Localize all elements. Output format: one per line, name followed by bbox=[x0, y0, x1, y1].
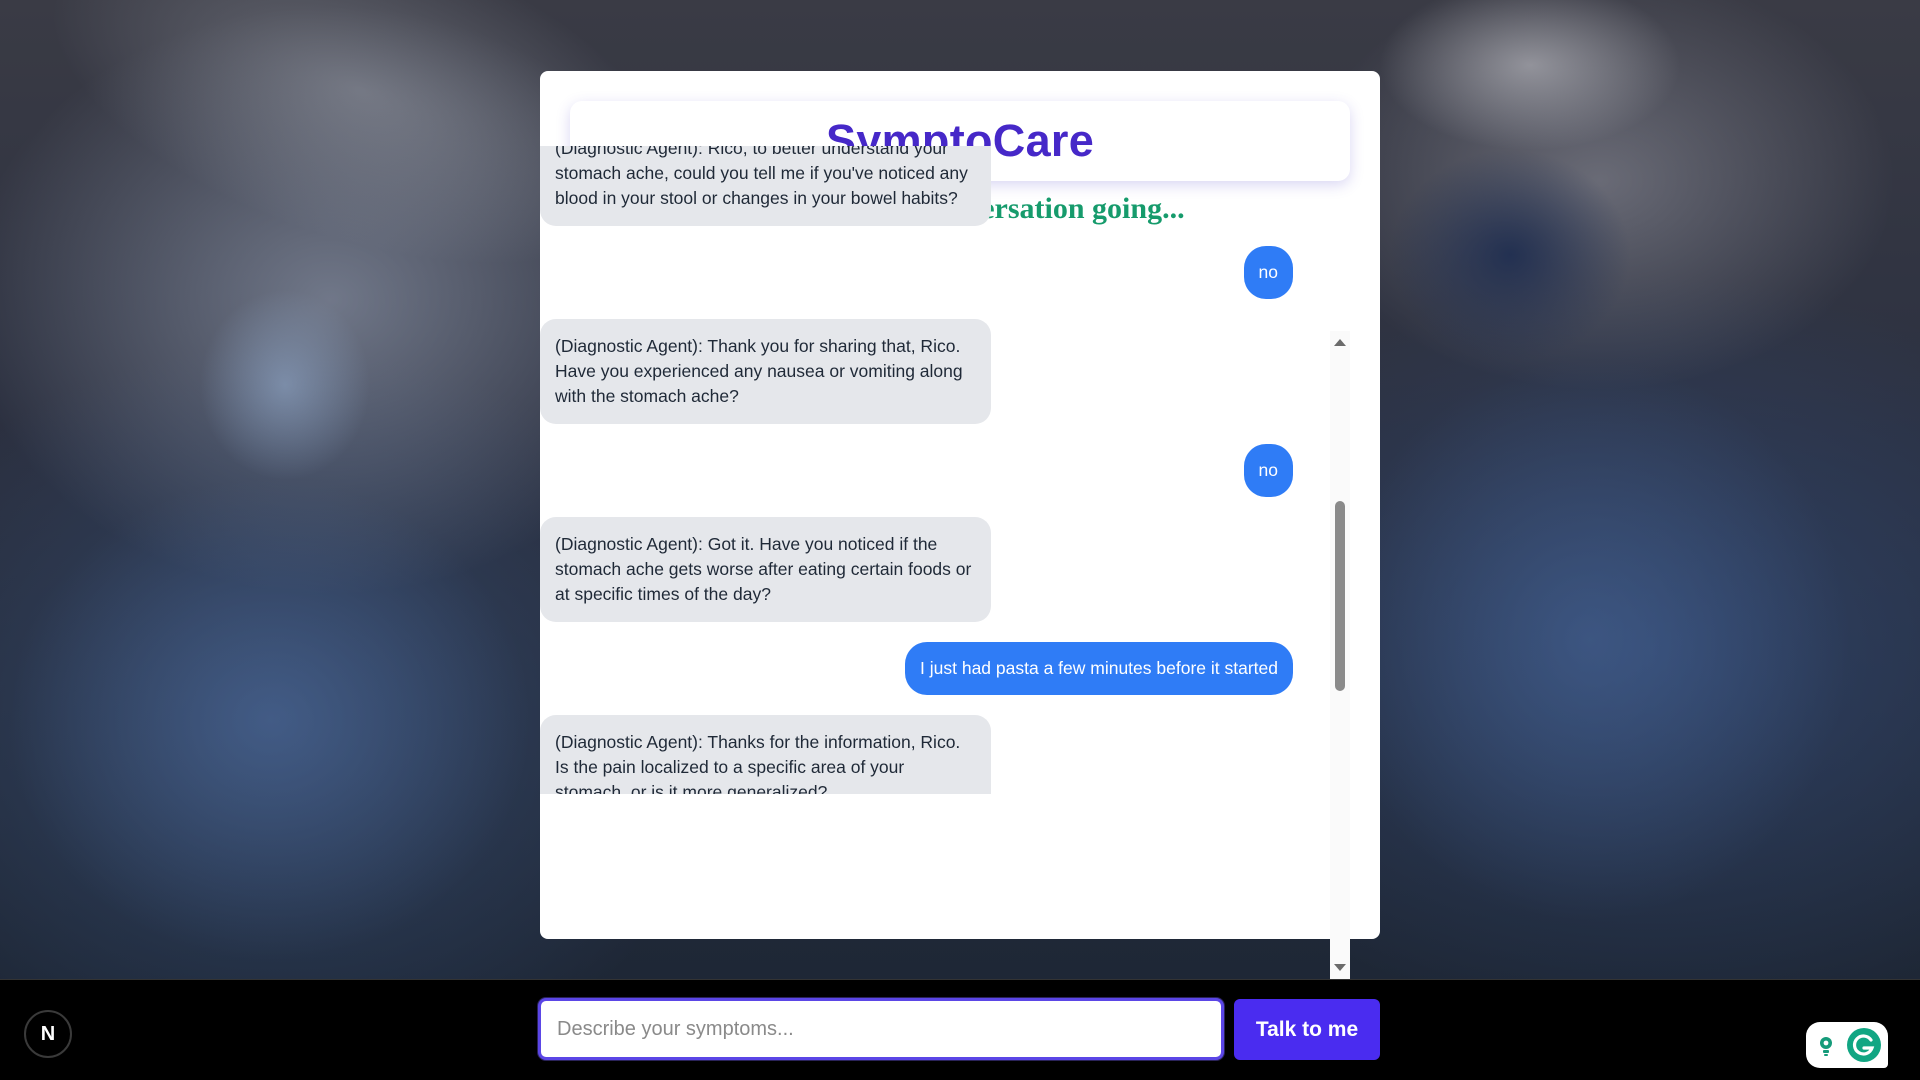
background-gown-left bbox=[10, 480, 530, 960]
scroll-up-arrow-icon[interactable] bbox=[1334, 339, 1346, 346]
agent-message-bubble: (Diagnostic Agent): Thanks for the infor… bbox=[540, 715, 991, 794]
background-surgical-lamp bbox=[1380, 0, 1680, 150]
chat-content: (Diagnostic Agent): Rico, to better unde… bbox=[540, 146, 1305, 794]
lightbulb-icon[interactable] bbox=[1816, 1034, 1836, 1058]
chat-scrollbar[interactable] bbox=[1330, 331, 1350, 979]
message-row: no bbox=[540, 246, 1305, 299]
message-row: I just had pasta a few minutes before it… bbox=[540, 642, 1305, 695]
agent-message-bubble: (Diagnostic Agent): Got it. Have you not… bbox=[540, 517, 991, 622]
user-message-bubble: I just had pasta a few minutes before it… bbox=[905, 642, 1293, 695]
talk-to-me-button[interactable]: Talk to me bbox=[1234, 999, 1380, 1060]
message-row: (Diagnostic Agent): Thank you for sharin… bbox=[540, 319, 1305, 424]
chat-card: SymptoCare Let's keep the conversation g… bbox=[540, 71, 1380, 979]
background-gown-right bbox=[1330, 360, 1850, 920]
chat-message-list[interactable]: (Diagnostic Agent): Rico, to better unde… bbox=[540, 146, 1305, 794]
grammarly-widget[interactable] bbox=[1806, 1022, 1888, 1068]
next-badge-label: N bbox=[40, 1022, 56, 1045]
symptom-input[interactable] bbox=[538, 998, 1224, 1060]
agent-message-bubble: (Diagnostic Agent): Rico, to better unde… bbox=[540, 146, 991, 226]
agent-message-bubble: (Diagnostic Agent): Thank you for sharin… bbox=[540, 319, 991, 424]
scrollbar-thumb[interactable] bbox=[1335, 501, 1345, 691]
user-message-bubble: no bbox=[1243, 246, 1293, 299]
message-row: no bbox=[540, 444, 1305, 497]
user-message-bubble: no bbox=[1243, 444, 1293, 497]
scroll-down-arrow-icon[interactable] bbox=[1334, 964, 1346, 971]
message-row: (Diagnostic Agent): Rico, to better unde… bbox=[540, 146, 1305, 226]
message-row: (Diagnostic Agent): Thanks for the infor… bbox=[540, 715, 1305, 794]
message-row: (Diagnostic Agent): Got it. Have you not… bbox=[540, 517, 1305, 622]
background-surgeon-left bbox=[200, 290, 370, 480]
background-surgeon-right bbox=[1390, 150, 1630, 360]
grammarly-g-icon[interactable] bbox=[1846, 1027, 1882, 1063]
nextjs-logo-icon[interactable]: N bbox=[24, 1010, 72, 1058]
